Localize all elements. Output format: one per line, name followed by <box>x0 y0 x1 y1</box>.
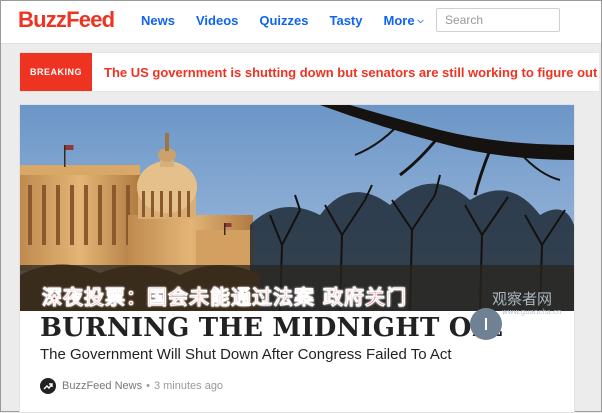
breaking-badge: BREAKING <box>20 53 92 91</box>
nav-link-tasty[interactable]: Tasty <box>329 13 362 28</box>
cursor-icon <box>485 318 487 330</box>
watermark-logo: 观察者网 <box>492 290 553 308</box>
featured-article-card[interactable]: 深夜投票：国会未能通过法案 政府关门 观察者网 www.guancha.cn B… <box>19 104 575 413</box>
byline: BuzzFeed News • 3 minutes ago <box>40 378 223 394</box>
byline-separator: • <box>146 380 150 392</box>
article-subheadline[interactable]: The Government Will Shut Down After Cong… <box>40 346 452 363</box>
main-nav: News Videos Quizzes Tasty More ⌵ <box>141 13 445 28</box>
breaking-news-bar[interactable]: BREAKING The US government is shutting d… <box>19 52 599 92</box>
trending-arrow-icon <box>40 378 56 394</box>
byline-time: 3 minutes ago <box>153 380 224 392</box>
top-nav-bar: BuzzFeed News Videos Quizzes Tasty More ⌵ <box>1 1 601 44</box>
nav-link-news[interactable]: News <box>141 13 175 28</box>
nav-link-quizzes[interactable]: Quizzes <box>259 13 308 28</box>
video-play-button[interactable] <box>470 308 502 340</box>
chevron-down-icon: ⌵ <box>417 16 424 25</box>
byline-source[interactable]: BuzzFeed News <box>62 380 142 392</box>
buzzfeed-logo[interactable]: BuzzFeed <box>18 7 115 33</box>
nav-link-videos[interactable]: Videos <box>196 13 238 28</box>
overlay-caption: 深夜投票：国会未能通过法案 政府关门 <box>42 285 407 310</box>
more-label: More <box>383 13 415 28</box>
search-input[interactable] <box>436 8 560 32</box>
article-headline[interactable]: BURNING THE MIDNIGHT OIL <box>40 313 502 343</box>
nav-more-menu[interactable]: More ⌵ <box>383 13 423 28</box>
watermark-url: www.guancha.cn <box>502 308 562 316</box>
breaking-news-link[interactable]: The US government is shutting down but s… <box>104 65 599 80</box>
